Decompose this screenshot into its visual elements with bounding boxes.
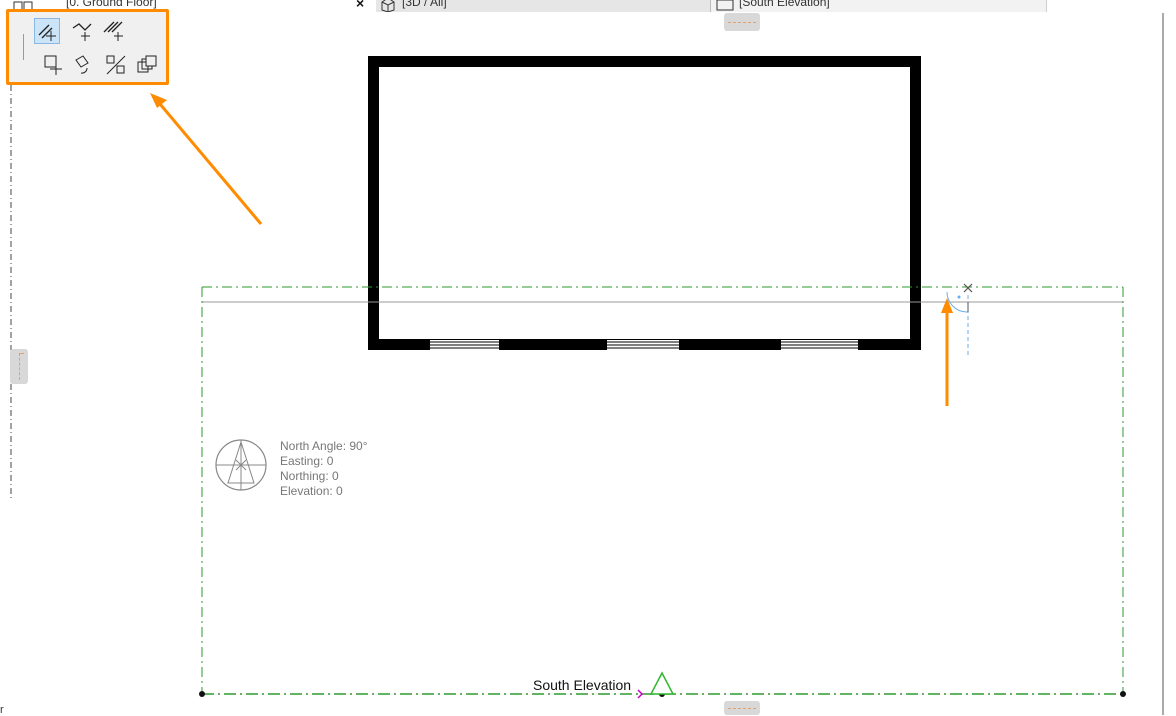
- corner-text: r: [0, 704, 4, 716]
- elevation-marker-triangle[interactable]: [649, 671, 675, 695]
- tab-label: [0. Ground Floor]: [66, 0, 157, 9]
- edit-toolbar-palette: [6, 9, 169, 85]
- multiple-offset-icon: [103, 21, 123, 41]
- north-angle-text: North Angle: 90°: [280, 439, 368, 453]
- multiply-button[interactable]: [134, 52, 160, 78]
- window-2[interactable]: [607, 340, 679, 350]
- mirror-icon: [106, 55, 126, 75]
- close-tab-icon[interactable]: ×: [356, 0, 364, 11]
- multiply-icon: [137, 55, 157, 73]
- annotation-arrow-marker: [941, 298, 953, 406]
- survey-point-icon[interactable]: [215, 439, 267, 491]
- northing-text: Northing: 0: [280, 469, 339, 483]
- left-splitter-handle[interactable]: [10, 349, 28, 384]
- tab-3d[interactable]: [3D / All]: [376, 0, 711, 12]
- offset-all-edges-button[interactable]: [69, 18, 95, 44]
- top-splitter-handle[interactable]: [724, 13, 760, 31]
- offset-all-edges-icon: [72, 23, 92, 41]
- floor-plan-icon: [13, 1, 33, 9]
- marker-hotspot[interactable]: [637, 689, 644, 699]
- rotate-button[interactable]: [71, 52, 97, 78]
- elevation-marker-label[interactable]: South Elevation: [533, 677, 631, 693]
- tab-bar: [0. Ground Floor] × [3D / All] [South El…: [0, 0, 1176, 13]
- tab-label: [3D / All]: [402, 0, 447, 9]
- multiple-offset-button[interactable]: [101, 18, 127, 44]
- easting-text: Easting: 0: [280, 454, 334, 468]
- tab-south-elevation[interactable]: [South Elevation]: [711, 0, 1047, 12]
- toolbar-grip[interactable]: [23, 34, 24, 60]
- bottom-splitter-handle[interactable]: [724, 701, 760, 715]
- drag-button[interactable]: [41, 52, 67, 78]
- annotation-arrow-toolbar: [150, 93, 263, 225]
- offset-edge-button[interactable]: [34, 18, 60, 44]
- mirror-button[interactable]: [103, 52, 129, 78]
- window-3[interactable]: [781, 340, 858, 350]
- drag-icon: [44, 55, 62, 75]
- elevation-icon: [716, 0, 734, 11]
- rotate-icon: [75, 55, 89, 74]
- drawing-canvas[interactable]: [0, 0, 1176, 715]
- survey-point-info: North Angle: 90° Easting: 0 Northing: 0 …: [280, 439, 368, 499]
- 3d-cube-icon: [381, 0, 395, 12]
- tab-label: [South Elevation]: [739, 0, 830, 9]
- elevation-text: Elevation: 0: [280, 484, 343, 498]
- window-1[interactable]: [430, 340, 499, 350]
- rotation-cursor: [946, 283, 973, 356]
- offset-edge-icon: [38, 24, 56, 41]
